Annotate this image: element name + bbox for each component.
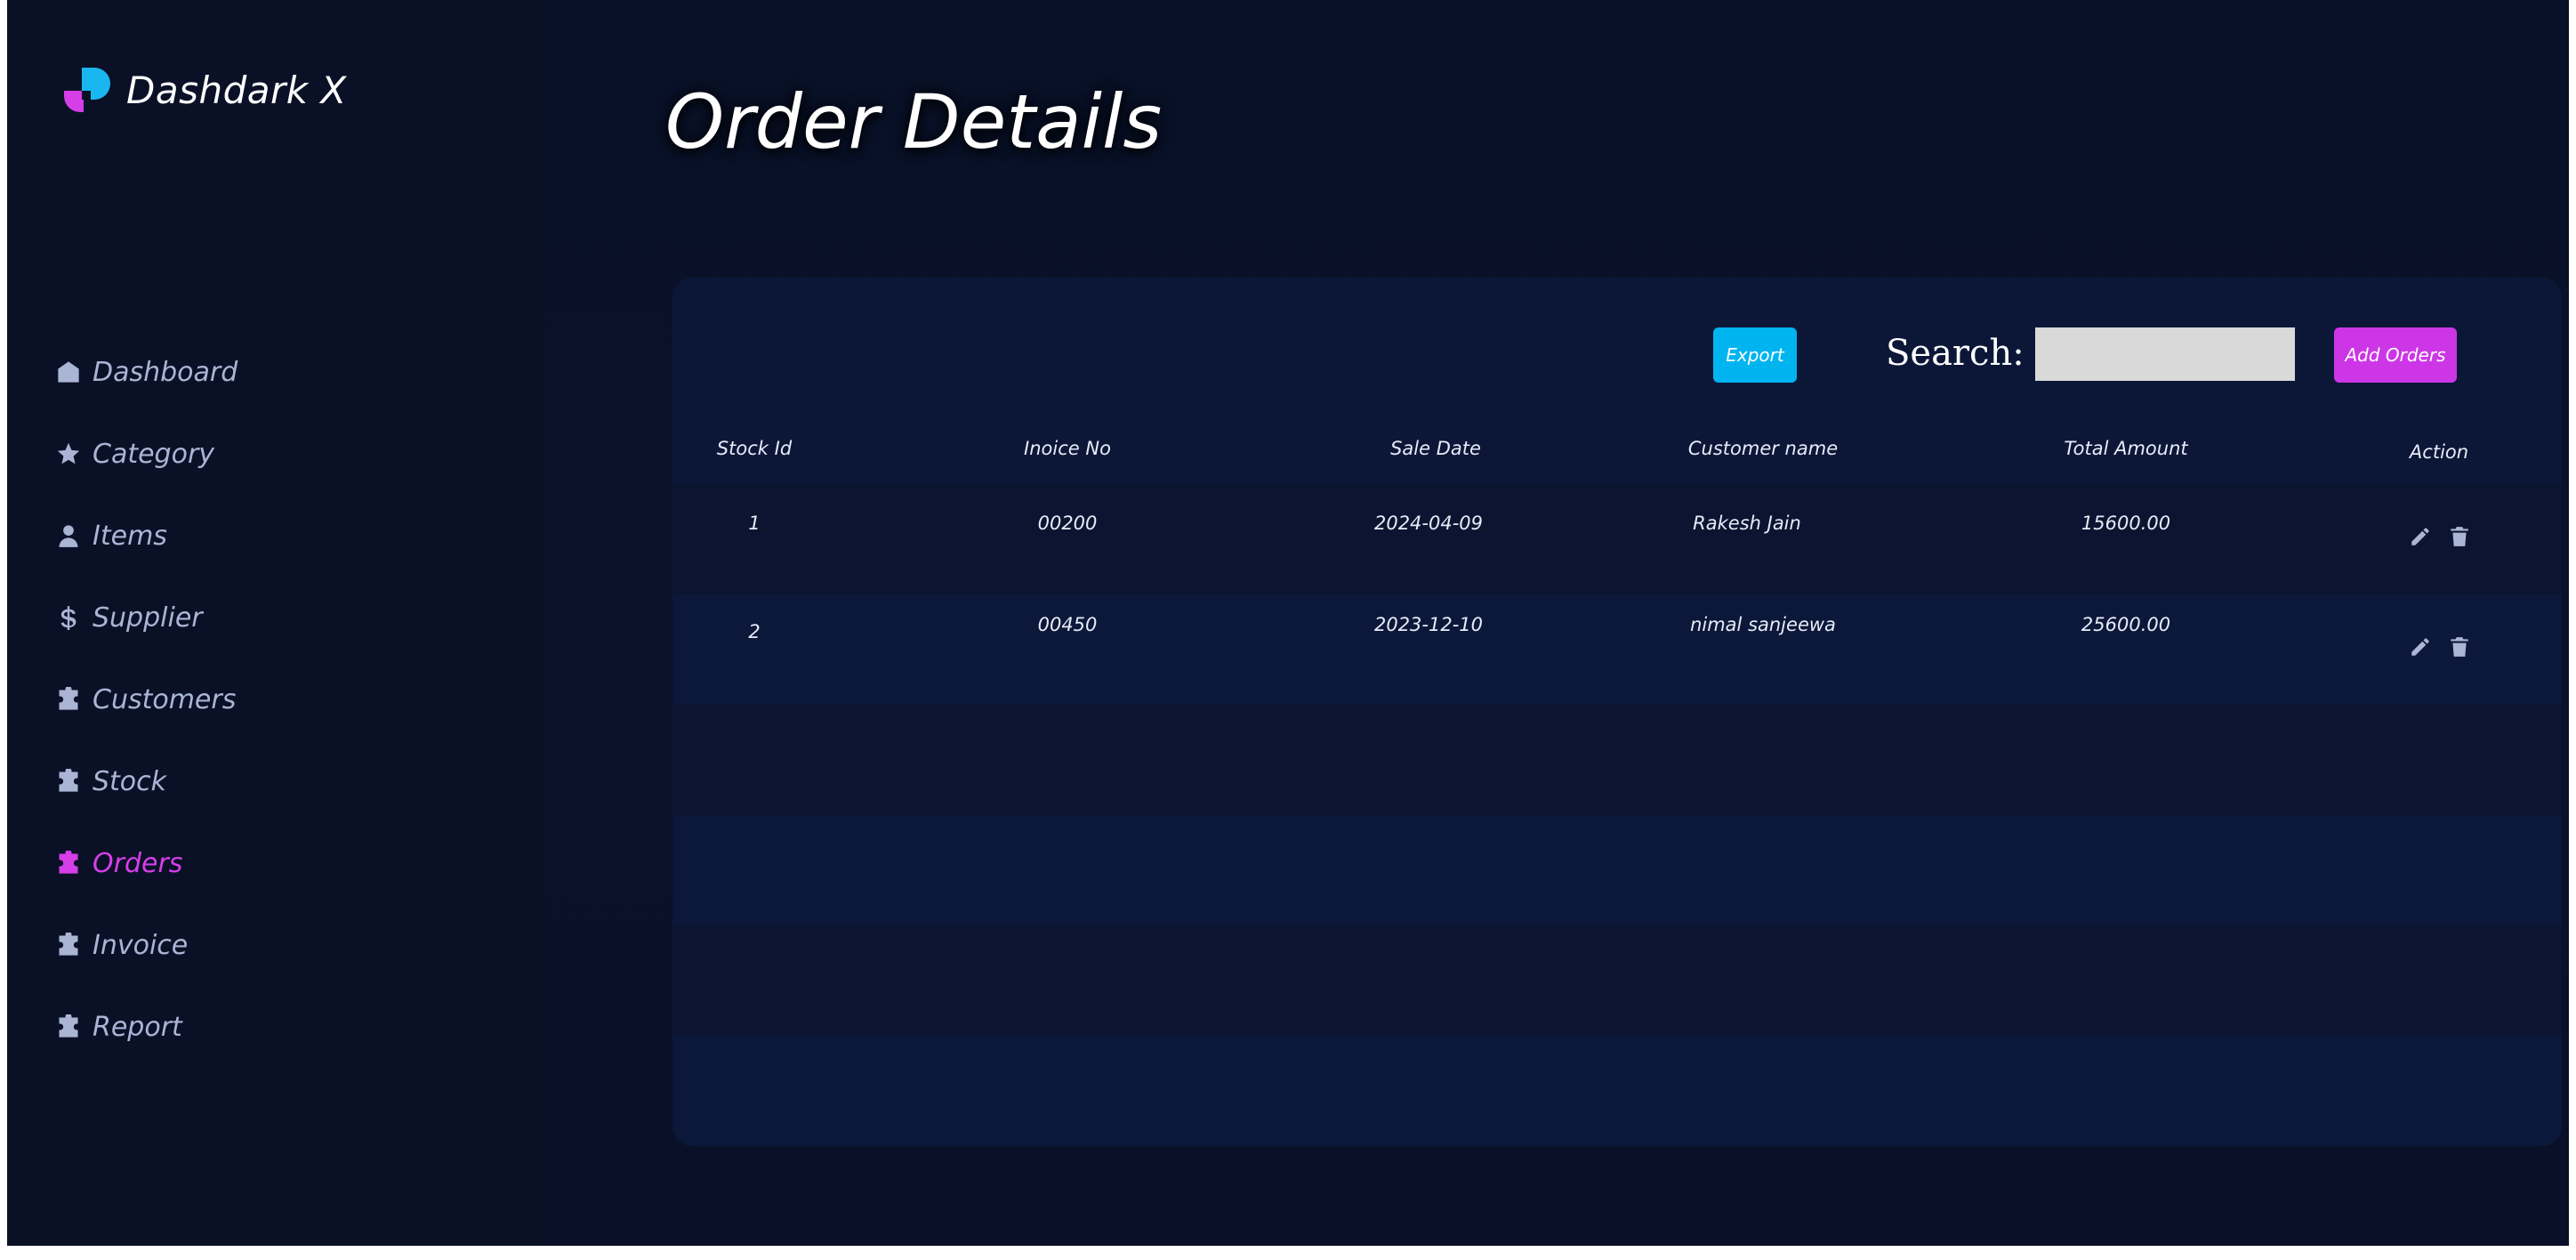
- brand-name: Dashdark X: [126, 68, 347, 112]
- sidebar-item-orders[interactable]: Orders: [55, 822, 237, 904]
- star-icon: [55, 440, 82, 467]
- cell-total-amount: 15600.00: [2081, 513, 2171, 534]
- delete-trash-icon[interactable]: [2448, 635, 2471, 658]
- sidebar-item-label: Report: [93, 1011, 182, 1043]
- sidebar-item-items[interactable]: Items: [55, 495, 237, 577]
- sidebar-item-report[interactable]: Report: [55, 986, 237, 1068]
- table-row-band: [672, 484, 2562, 594]
- table-row-band: [672, 925, 2562, 1036]
- puzzle-icon: [55, 768, 82, 795]
- page-title: Order Details: [665, 78, 1163, 166]
- table-row-band: [672, 815, 2562, 925]
- table-row-band: [672, 705, 2562, 815]
- search-input[interactable]: [2035, 327, 2295, 381]
- sidebar-item-customers[interactable]: Customers: [55, 658, 237, 740]
- column-header-action: Action: [2409, 441, 2469, 463]
- row-actions: [2409, 635, 2471, 658]
- table-row-band: [672, 594, 2562, 705]
- add-orders-button[interactable]: Add Orders: [2334, 327, 2457, 383]
- app-window: Dashdark X Dashboard Category Items Supp…: [7, 0, 2569, 1246]
- edit-pencil-icon[interactable]: [2409, 635, 2432, 658]
- sidebar-item-invoice[interactable]: Invoice: [55, 904, 237, 986]
- sidebar-item-label: Category: [93, 438, 215, 470]
- table-row-band: [672, 1036, 2562, 1146]
- column-header-customer-name: Customer name: [1687, 438, 1839, 459]
- export-button[interactable]: Export: [1713, 327, 1797, 383]
- cell-customer-name: nimal sanjeewa: [1690, 614, 1836, 635]
- cell-invoice-no: 00450: [1037, 614, 1098, 635]
- sidebar-item-supplier[interactable]: Supplier: [55, 577, 237, 658]
- edit-pencil-icon[interactable]: [2409, 525, 2432, 548]
- sidebar-item-label: Dashboard: [93, 356, 238, 388]
- column-header-sale-date: Sale Date: [1390, 438, 1481, 459]
- sidebar-item-label: Stock: [93, 765, 167, 797]
- search-label: Search:: [1886, 333, 2025, 374]
- sidebar-item-label: Supplier: [93, 602, 203, 634]
- cell-invoice-no: 00200: [1037, 513, 1098, 534]
- sidebar: Dashdark X Dashboard Category Items Supp…: [7, 0, 546, 1246]
- sidebar-item-label: Customers: [93, 683, 237, 715]
- puzzle-icon: [55, 1014, 82, 1040]
- puzzle-icon: [55, 932, 82, 958]
- home-icon: [55, 359, 82, 385]
- sidebar-item-stock[interactable]: Stock: [55, 740, 237, 822]
- user-icon: [55, 522, 82, 549]
- column-header-stock-id: Stock Id: [716, 438, 793, 459]
- sidebar-item-label: Invoice: [93, 929, 189, 961]
- sidebar-item-label: Orders: [93, 847, 183, 879]
- brand[interactable]: Dashdark X: [62, 64, 347, 116]
- cell-sale-date: 2023-12-10: [1373, 614, 1484, 635]
- sidebar-nav: Dashboard Category Items Supplier Custom…: [55, 331, 237, 1068]
- dollar-icon: [55, 604, 82, 631]
- brand-logo-icon: [64, 68, 110, 112]
- delete-trash-icon[interactable]: [2448, 525, 2471, 548]
- sidebar-item-category[interactable]: Category: [55, 413, 237, 495]
- cell-stock-id: 2: [748, 621, 761, 642]
- puzzle-icon: [55, 850, 82, 876]
- orders-panel: Export Search: Add Orders Stock Id Inoic…: [672, 278, 2562, 1146]
- cell-sale-date: 2024-04-09: [1373, 513, 1484, 534]
- column-header-total-amount: Total Amount: [2064, 438, 2188, 459]
- cell-stock-id: 1: [748, 513, 761, 534]
- row-actions: [2409, 525, 2471, 548]
- sidebar-item-label: Items: [93, 520, 167, 552]
- cell-total-amount: 25600.00: [2081, 614, 2171, 635]
- puzzle-icon: [55, 686, 82, 713]
- main-content: Order Details Export Search: Add Orders …: [544, 0, 2569, 1246]
- column-header-invoice-no: Inoice No: [1024, 438, 1111, 459]
- sidebar-item-dashboard[interactable]: Dashboard: [55, 331, 237, 413]
- cell-customer-name: Rakesh Jain: [1693, 513, 1801, 534]
